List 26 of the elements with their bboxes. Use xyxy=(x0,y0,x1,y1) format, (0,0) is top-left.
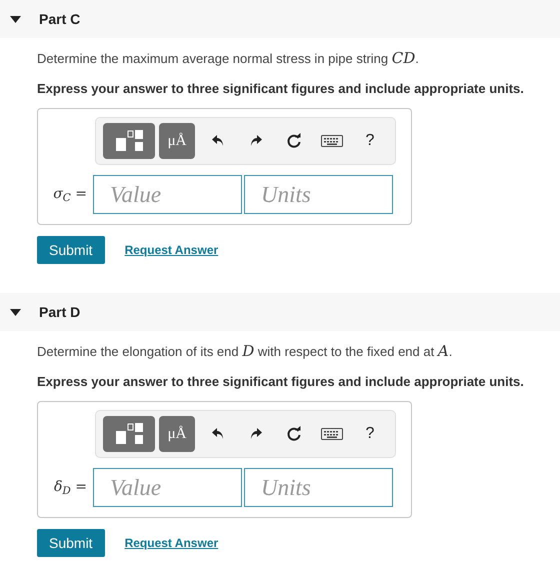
variable-label: δ$_{D}$ = xyxy=(52,478,88,498)
submit-button[interactable]: Submit xyxy=(37,529,105,557)
question-text: Determine the elongation of its end D with respect to the fixed end at A. xyxy=(37,341,454,362)
units-button[interactable]: μÅ xyxy=(159,123,195,159)
units-button[interactable]: μÅ xyxy=(159,416,195,452)
template-button[interactable] xyxy=(103,123,155,159)
template-icon xyxy=(114,423,144,445)
template-button[interactable] xyxy=(103,416,155,452)
units-field[interactable]: Units xyxy=(244,175,393,214)
part-title[interactable]: Part D xyxy=(39,302,80,322)
instruction-text: Express your answer to three significant figures and include appropriate units. xyxy=(37,372,525,391)
help-button[interactable]: ? xyxy=(351,123,389,159)
instruction-text: Express your answer to three significant figures and include appropriate units. xyxy=(37,80,525,98)
request-answer-link[interactable]: Request Answer xyxy=(124,241,218,259)
submit-button[interactable]: Submit xyxy=(37,236,105,264)
question-text: Determine the maximum average normal stress in pipe string CD. xyxy=(37,48,420,69)
request-answer-link[interactable]: Request Answer xyxy=(124,534,218,552)
value-field[interactable]: Value xyxy=(93,468,242,507)
units-field[interactable]: Units xyxy=(244,468,393,507)
help-button[interactable]: ? xyxy=(351,416,389,452)
part-title[interactable]: Part C xyxy=(39,8,80,30)
collapse-caret-icon[interactable] xyxy=(10,308,21,316)
collapse-caret-icon[interactable] xyxy=(10,16,21,22)
template-icon xyxy=(114,130,144,152)
variable-label: σ$_{C}$ = xyxy=(52,185,88,205)
value-field[interactable]: Value xyxy=(93,175,242,214)
